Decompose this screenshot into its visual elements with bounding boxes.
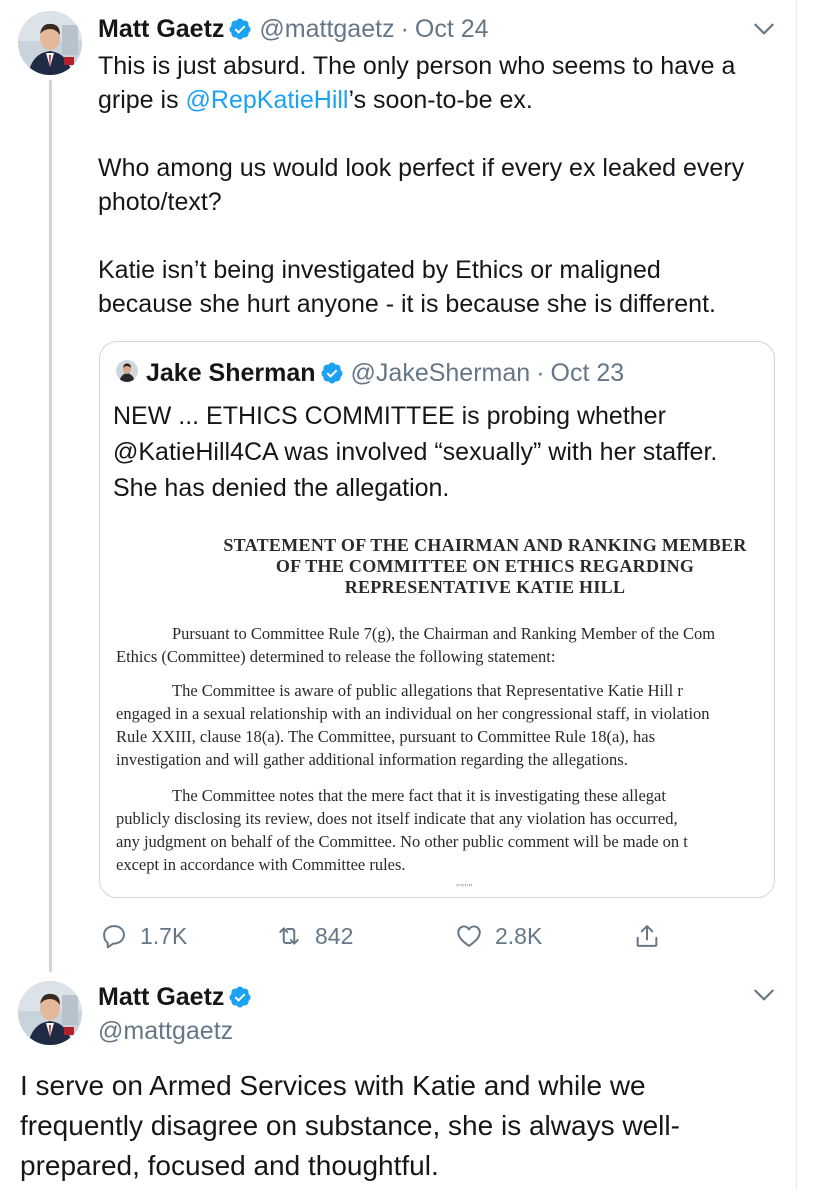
reply-count: 1.7K (140, 922, 188, 949)
reply-button[interactable]: 1.7K (100, 922, 187, 950)
tweet-text-line: I serve on Armed Services with Katie and… (20, 1070, 646, 1101)
timeline-border (796, 0, 797, 1190)
quoted-text-line: NEW ... ETHICS COMMITTEE is probing whet… (113, 402, 666, 430)
tweet-text-line: Katie isn’t being investigated by Ethics… (98, 256, 661, 284)
quoted-avatar (116, 360, 138, 382)
tweet-text-line: Who among us would look perfect if every… (98, 154, 745, 182)
quoted-tweet-text: NEW ... ETHICS COMMITTEE is probing whet… (113, 398, 763, 506)
like-button[interactable]: 2.8K (455, 922, 542, 950)
verified-badge-icon (228, 17, 252, 41)
tweet-text: This is just absurd. The only person who… (98, 49, 788, 321)
statement-document-image[interactable]: STATEMENT OF THE CHAIRMAN AND RANKING ME… (100, 527, 774, 897)
separator: · (400, 15, 409, 43)
handle[interactable]: @mattgaetz (259, 14, 394, 44)
tweet-action-bar: 1.7K 842 2.8K (100, 922, 700, 956)
retweet-count: 842 (315, 922, 354, 949)
avatar[interactable] (18, 981, 82, 1045)
handle-line: @mattgaetz (98, 1016, 233, 1046)
quoted-timestamp: Oct 23 (550, 359, 625, 387)
verified-badge-icon (320, 361, 344, 385)
share-icon (633, 922, 673, 950)
tweet-header: Matt Gaetz (98, 982, 259, 1012)
handle[interactable]: @mattgaetz (98, 1016, 233, 1046)
tweet-text-line: frequently disagree on substance, she is… (20, 1110, 680, 1141)
chevron-down-icon[interactable] (751, 982, 777, 1008)
quoted-handle: @JakeSherman (350, 359, 531, 387)
document-trailing-marks: """" (456, 883, 473, 894)
tweet-text-line: gripe is @RepKatieHill’s soon-to-be ex. (98, 86, 533, 114)
quoted-tweet-card[interactable]: Jake Sherman @JakeSherman · Oct 23 NEW .… (99, 341, 775, 898)
tweet-text: I serve on Armed Services with Katie and… (20, 1066, 780, 1186)
separator: · (536, 359, 545, 387)
quoted-text-line: She has denied the allegation. (113, 474, 450, 502)
document-title: STATEMENT OF THE CHAIRMAN AND RANKING ME… (223, 535, 747, 597)
share-button[interactable] (633, 922, 673, 950)
document-paragraph: The Committee is aware of public allegat… (116, 681, 710, 769)
display-name[interactable]: Matt Gaetz (98, 982, 224, 1012)
reply-icon (100, 922, 140, 950)
avatar[interactable] (18, 11, 82, 75)
mention-link[interactable]: @RepKatieHill (186, 86, 349, 114)
quoted-text-line: @KatieHill4CA was involved “sexually” wi… (113, 438, 718, 466)
document-paragraph: Pursuant to Committee Rule 7(g), the Cha… (116, 624, 716, 666)
chevron-down-icon[interactable] (751, 16, 777, 42)
verified-badge-icon (228, 985, 252, 1009)
document-paragraph: The Committee notes that the mere fact t… (116, 786, 688, 874)
display-name[interactable]: Matt Gaetz (98, 14, 224, 44)
like-icon (455, 922, 495, 950)
like-count: 2.8K (495, 922, 543, 949)
retweet-icon (275, 922, 315, 950)
quoted-display-name: Jake Sherman (146, 359, 316, 387)
tweet-text-line: prepared, focused and thoughtful. (20, 1150, 439, 1181)
quoted-tweet-header: Jake Sherman @JakeSherman · Oct 23 (146, 358, 624, 388)
tweet-header: Matt Gaetz @mattgaetz · Oct 24 (98, 14, 489, 44)
timestamp[interactable]: Oct 24 (415, 14, 489, 44)
tweet-text-line: because she hurt anyone - it is because … (98, 290, 716, 318)
retweet-button[interactable]: 842 (275, 922, 353, 950)
tweet-text-line: This is just absurd. The only person who… (98, 52, 736, 80)
thread-connector-line (49, 80, 52, 972)
tweet-text-line: photo/text? (98, 188, 222, 216)
